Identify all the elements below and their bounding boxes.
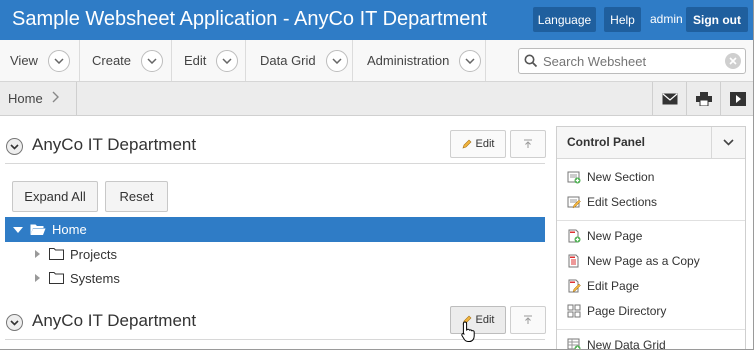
tree-node-label: Home [52, 222, 87, 237]
reset-button[interactable]: Reset [105, 181, 168, 212]
divider [76, 82, 77, 115]
collapse-icon[interactable] [6, 314, 23, 331]
envelope-icon [662, 93, 677, 104]
hand-cursor-icon [461, 321, 475, 342]
new-page-icon [568, 229, 581, 243]
play-icon [729, 91, 746, 106]
control-panel-header: Control Panel [557, 127, 745, 159]
divider [557, 220, 745, 221]
help-button[interactable]: Help [604, 7, 641, 32]
search-icon [519, 54, 543, 68]
chevron-down-icon[interactable] [216, 49, 239, 72]
chevron-down-icon[interactable] [459, 49, 482, 72]
menu-view-label: View [10, 53, 38, 68]
arrow-up-icon [524, 315, 532, 324]
divider [557, 329, 745, 330]
breadcrumb-home[interactable]: Home [8, 91, 43, 106]
sign-out-button[interactable]: Sign out [686, 7, 748, 32]
language-button[interactable]: Language [533, 7, 596, 32]
control-panel-new-page[interactable]: New Page [567, 226, 642, 246]
copy-page-icon [568, 254, 579, 268]
folder-icon [49, 272, 64, 284]
control-panel-new-section[interactable]: New Section [567, 167, 654, 187]
move-up-button[interactable] [510, 306, 546, 334]
section-edit-button[interactable]: Edit [450, 130, 506, 158]
printer-icon [695, 91, 712, 106]
chevron-down-icon[interactable] [325, 49, 348, 72]
menu-data-grid-label: Data Grid [260, 53, 316, 68]
control-panel-item-label: Edit Page [587, 279, 640, 293]
new-data-grid-icon [567, 338, 581, 349]
new-section-icon [567, 171, 581, 184]
menu-edit-label: Edit [184, 53, 207, 68]
control-panel-new-data-grid[interactable]: New Data Grid [567, 335, 666, 350]
folder-icon [49, 248, 64, 260]
expand-all-button[interactable]: Expand All [12, 181, 98, 212]
arrow-up-icon [524, 139, 532, 148]
page-directory-icon [567, 304, 581, 318]
menu-view[interactable]: View [0, 40, 80, 81]
menu-edit[interactable]: Edit [172, 40, 246, 81]
control-panel-item-label: New Page as a Copy [587, 254, 700, 268]
app-window: Sample Websheet Application - AnyCo IT D… [0, 0, 754, 350]
edit-label: Edit [475, 138, 495, 150]
menu-administration-label: Administration [367, 53, 450, 68]
control-panel-item-label: Page Directory [587, 304, 667, 318]
menu-bar: View Create Edit Data Grid Administratio… [0, 40, 753, 82]
control-panel-page-directory[interactable]: Page Directory [567, 301, 666, 321]
tree-node-systems[interactable]: Systems [5, 266, 545, 290]
control-panel-item-label: Edit Sections [587, 195, 658, 209]
tree-node-label: Systems [70, 270, 120, 286]
menu-administration[interactable]: Administration [353, 40, 486, 81]
control-panel-new-page-copy[interactable]: New Page as a Copy [567, 251, 700, 271]
menu-data-grid[interactable]: Data Grid [246, 40, 353, 81]
email-button[interactable] [652, 82, 686, 115]
tree-node-home[interactable]: Home [5, 217, 545, 242]
edit-sections-icon [567, 196, 581, 209]
control-panel-item-label: New Page [587, 229, 643, 243]
tree-node-label: Projects [70, 246, 117, 262]
presentation-button[interactable] [720, 82, 753, 115]
edit-page-icon [568, 279, 581, 293]
move-up-button[interactable] [510, 130, 546, 158]
user-name: admin [650, 12, 683, 26]
edit-label: Edit [475, 314, 495, 326]
control-panel: Control Panel New Section Edit Sections … [556, 126, 746, 350]
control-panel-edit-page[interactable]: Edit Page [567, 276, 639, 296]
section-header: AnyCo IT Department Edit [5, 130, 546, 164]
control-panel-item-label: New Section [587, 170, 655, 184]
search-box [518, 48, 746, 74]
section-edit-button[interactable]: Edit [450, 306, 506, 334]
chevron-right-icon [52, 91, 60, 106]
tree-node-projects[interactable]: Projects [5, 242, 545, 266]
collapsed-icon[interactable] [35, 250, 40, 258]
section-title: AnyCo IT Department [32, 135, 197, 154]
clear-icon[interactable] [725, 53, 741, 69]
menu-create-label: Create [92, 53, 132, 68]
section-title: AnyCo IT Department [32, 311, 197, 330]
chevron-down-icon[interactable] [47, 49, 70, 72]
search-input[interactable] [543, 53, 713, 69]
control-panel-title: Control Panel [567, 135, 646, 149]
chevron-down-icon[interactable] [141, 49, 164, 72]
folder-open-icon [30, 224, 46, 235]
menu-create[interactable]: Create [80, 40, 172, 81]
app-title: Sample Websheet Application - AnyCo IT D… [12, 8, 488, 30]
pencil-icon [462, 139, 471, 149]
breadcrumb: Home [0, 82, 753, 116]
chevron-down-icon[interactable] [711, 127, 745, 158]
collapsed-icon[interactable] [35, 274, 40, 282]
top-header: Sample Websheet Application - AnyCo IT D… [0, 0, 753, 40]
control-panel-item-label: New Data Grid [587, 338, 666, 350]
collapse-icon[interactable] [6, 138, 23, 155]
control-panel-edit-sections[interactable]: Edit Sections [567, 192, 657, 212]
expanded-icon[interactable] [13, 226, 23, 233]
print-button[interactable] [686, 82, 720, 115]
